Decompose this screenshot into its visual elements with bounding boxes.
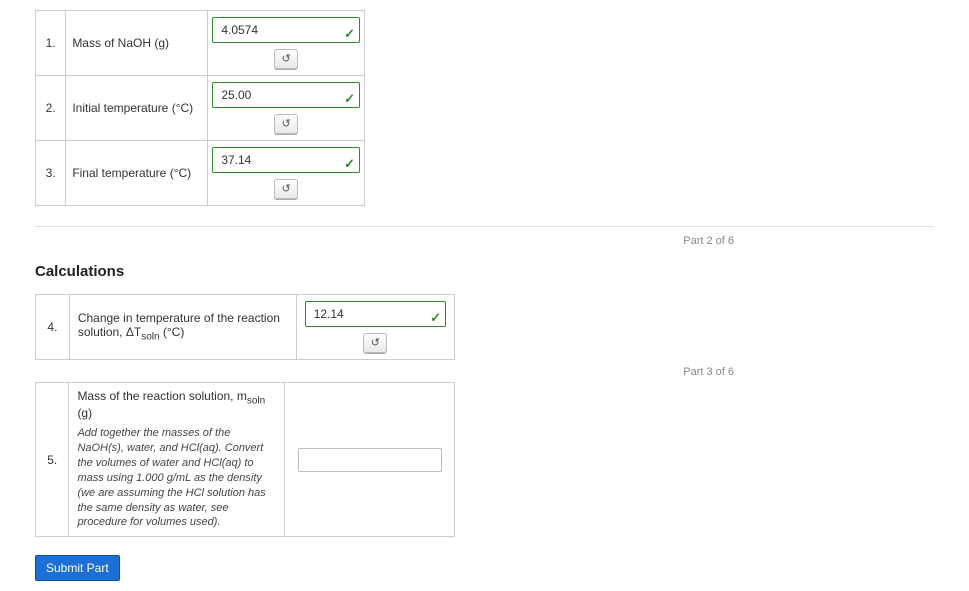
divider (35, 226, 934, 227)
answer-value: 37.14 (221, 153, 251, 167)
answer-value: 25.00 (221, 88, 251, 102)
answer-value: 12.14 (314, 307, 344, 321)
retry-icon: ↺ (282, 183, 291, 195)
retry-icon: ↺ (282, 53, 291, 65)
table-row: 3. Final temperature (°C) 37.14 ✓ ↺ (36, 141, 365, 206)
table-row: 1. Mass of NaOH (g) 4.0574 ✓ ↺ (36, 11, 365, 76)
answer-box: 25.00 ✓ (212, 82, 360, 108)
part-indicator: Part 2 of 6 (35, 231, 934, 251)
calculations-heading: Calculations (35, 263, 934, 280)
check-icon: ✓ (344, 152, 355, 176)
row-hint: Add together the masses of the NaOH(s), … (77, 426, 276, 530)
answer-value: 4.0574 (221, 23, 258, 37)
retry-icon: ↺ (282, 118, 291, 130)
row-number: 1. (36, 11, 66, 76)
check-icon: ✓ (344, 87, 355, 111)
measurements-table: 1. Mass of NaOH (g) 4.0574 ✓ ↺ 2. Initia… (35, 10, 365, 206)
retry-button[interactable]: ↺ (363, 333, 387, 353)
retry-icon: ↺ (371, 337, 380, 349)
answer-box: 12.14 ✓ (305, 301, 446, 327)
row-number: 3. (36, 141, 66, 206)
row-label: Change in temperature of the reaction so… (69, 295, 296, 360)
answer-box: 4.0574 ✓ (212, 17, 360, 43)
row-label: Initial temperature (°C) (66, 76, 208, 141)
calc-table-5: 5. Mass of the reaction solution, msoln … (35, 382, 455, 537)
check-icon: ✓ (344, 22, 355, 46)
table-row: 4. Change in temperature of the reaction… (36, 295, 455, 360)
retry-button[interactable]: ↺ (274, 49, 298, 69)
row-number: 5. (36, 383, 69, 537)
part-indicator: Part 3 of 6 (35, 362, 934, 382)
row-label: Mass of the reaction solution, msoln (g)… (69, 383, 285, 537)
retry-button[interactable]: ↺ (274, 114, 298, 134)
retry-button[interactable]: ↺ (274, 179, 298, 199)
table-row: 5. Mass of the reaction solution, msoln … (36, 383, 455, 537)
calc-table-4: 4. Change in temperature of the reaction… (35, 294, 455, 360)
answer-box: 37.14 ✓ (212, 147, 360, 173)
table-row: 2. Initial temperature (°C) 25.00 ✓ ↺ (36, 76, 365, 141)
row-number: 2. (36, 76, 66, 141)
submit-part-button[interactable]: Submit Part (35, 555, 120, 581)
mass-solution-input[interactable] (298, 448, 442, 472)
row-label: Final temperature (°C) (66, 141, 208, 206)
row-label: Mass of NaOH (g) (66, 11, 208, 76)
check-icon: ✓ (430, 306, 441, 330)
row-number: 4. (36, 295, 70, 360)
